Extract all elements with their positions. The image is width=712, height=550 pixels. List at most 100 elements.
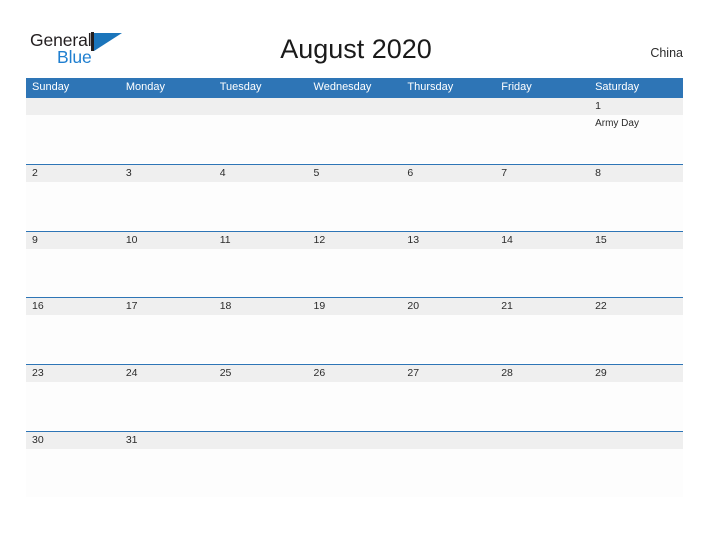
day-cell[interactable]: 24 <box>120 365 214 382</box>
day-cell[interactable] <box>495 98 589 115</box>
event-cell[interactable] <box>589 249 683 297</box>
event-cell[interactable] <box>401 182 495 230</box>
day-cell[interactable] <box>120 98 214 115</box>
event-cell[interactable] <box>214 182 308 230</box>
event-cell[interactable] <box>401 382 495 430</box>
event-cell[interactable] <box>26 382 120 430</box>
event-cell[interactable] <box>308 315 402 363</box>
event-cell[interactable] <box>214 115 308 163</box>
event-text: Army Day <box>595 118 639 129</box>
day-cell[interactable]: 13 <box>401 232 495 249</box>
day-cell[interactable]: 11 <box>214 232 308 249</box>
event-cell[interactable] <box>120 449 214 497</box>
event-cell[interactable] <box>26 182 120 230</box>
event-cell[interactable] <box>495 115 589 163</box>
day-cell[interactable] <box>214 98 308 115</box>
day-cell[interactable]: 20 <box>401 298 495 315</box>
weekday-header-friday: Friday <box>501 81 532 93</box>
event-cell[interactable] <box>120 182 214 230</box>
day-cell[interactable]: 15 <box>589 232 683 249</box>
event-cell[interactable] <box>401 315 495 363</box>
day-cell[interactable]: 8 <box>589 165 683 182</box>
day-cell[interactable] <box>495 432 589 449</box>
day-cell[interactable]: 22 <box>589 298 683 315</box>
day-number: 23 <box>32 367 44 380</box>
day-cell[interactable]: 30 <box>26 432 120 449</box>
event-cell[interactable] <box>214 382 308 430</box>
day-number: 9 <box>32 233 38 246</box>
day-number: 16 <box>32 300 44 313</box>
event-cell[interactable] <box>26 249 120 297</box>
day-cell[interactable]: 23 <box>26 365 120 382</box>
day-cell[interactable]: 25 <box>214 365 308 382</box>
day-cell[interactable]: 31 <box>120 432 214 449</box>
day-cell[interactable]: 4 <box>214 165 308 182</box>
event-cell[interactable] <box>26 115 120 163</box>
event-cell[interactable] <box>495 382 589 430</box>
day-cell[interactable]: 6 <box>401 165 495 182</box>
day-cell[interactable]: 7 <box>495 165 589 182</box>
event-cell[interactable] <box>401 115 495 163</box>
day-cell[interactable]: 28 <box>495 365 589 382</box>
event-cell[interactable] <box>214 449 308 497</box>
day-cell[interactable]: 27 <box>401 365 495 382</box>
event-cell[interactable] <box>308 115 402 163</box>
event-cell[interactable] <box>589 382 683 430</box>
event-cell[interactable] <box>120 115 214 163</box>
day-cell[interactable] <box>308 432 402 449</box>
event-cell[interactable] <box>401 449 495 497</box>
event-cell[interactable] <box>308 382 402 430</box>
event-cell[interactable] <box>26 449 120 497</box>
day-cell[interactable]: 16 <box>26 298 120 315</box>
day-cell[interactable] <box>308 98 402 115</box>
day-cell[interactable]: 5 <box>308 165 402 182</box>
day-cell[interactable]: 14 <box>495 232 589 249</box>
day-cell[interactable]: 3 <box>120 165 214 182</box>
day-cell[interactable]: 26 <box>308 365 402 382</box>
day-cell[interactable] <box>214 432 308 449</box>
day-number: 8 <box>595 166 601 179</box>
day-cell[interactable]: 2 <box>26 165 120 182</box>
event-cell[interactable] <box>26 315 120 363</box>
event-cell[interactable] <box>495 315 589 363</box>
country-label: China <box>650 46 683 60</box>
day-cell[interactable] <box>401 432 495 449</box>
day-cell[interactable]: 19 <box>308 298 402 315</box>
day-cell[interactable]: 10 <box>120 232 214 249</box>
event-cell[interactable] <box>214 249 308 297</box>
event-cell[interactable] <box>120 382 214 430</box>
event-cell[interactable] <box>308 182 402 230</box>
event-cell[interactable] <box>308 449 402 497</box>
day-cell[interactable]: 17 <box>120 298 214 315</box>
event-cell[interactable] <box>120 315 214 363</box>
event-cell[interactable] <box>589 182 683 230</box>
event-cell[interactable] <box>495 249 589 297</box>
day-cell[interactable]: 9 <box>26 232 120 249</box>
week-event-band <box>26 448 683 497</box>
event-cell[interactable] <box>495 182 589 230</box>
week-row: 16 17 18 19 20 21 22 <box>26 297 683 364</box>
event-cell[interactable] <box>401 249 495 297</box>
day-cell[interactable]: 12 <box>308 232 402 249</box>
event-cell[interactable] <box>589 315 683 363</box>
week-event-band <box>26 315 683 364</box>
day-cell[interactable] <box>589 432 683 449</box>
day-cell[interactable]: 29 <box>589 365 683 382</box>
event-cell[interactable]: Army Day <box>589 115 683 163</box>
event-cell[interactable] <box>308 249 402 297</box>
day-number: 11 <box>219 233 231 246</box>
page-header: General Blue August 2020 China <box>0 0 712 76</box>
day-number: 20 <box>407 300 420 313</box>
day-cell[interactable] <box>26 98 120 115</box>
event-cell[interactable] <box>589 449 683 497</box>
day-cell[interactable]: 21 <box>495 298 589 315</box>
calendar-grid: Sunday Monday Tuesday Wednesday Thursday… <box>26 78 683 498</box>
event-cell[interactable] <box>120 249 214 297</box>
week-event-band <box>26 382 683 431</box>
day-cell[interactable]: 1 <box>589 98 683 115</box>
day-cell[interactable] <box>401 98 495 115</box>
day-cell[interactable]: 18 <box>214 298 308 315</box>
week-date-band: 30 31 <box>26 431 683 449</box>
event-cell[interactable] <box>214 315 308 363</box>
event-cell[interactable] <box>495 449 589 497</box>
